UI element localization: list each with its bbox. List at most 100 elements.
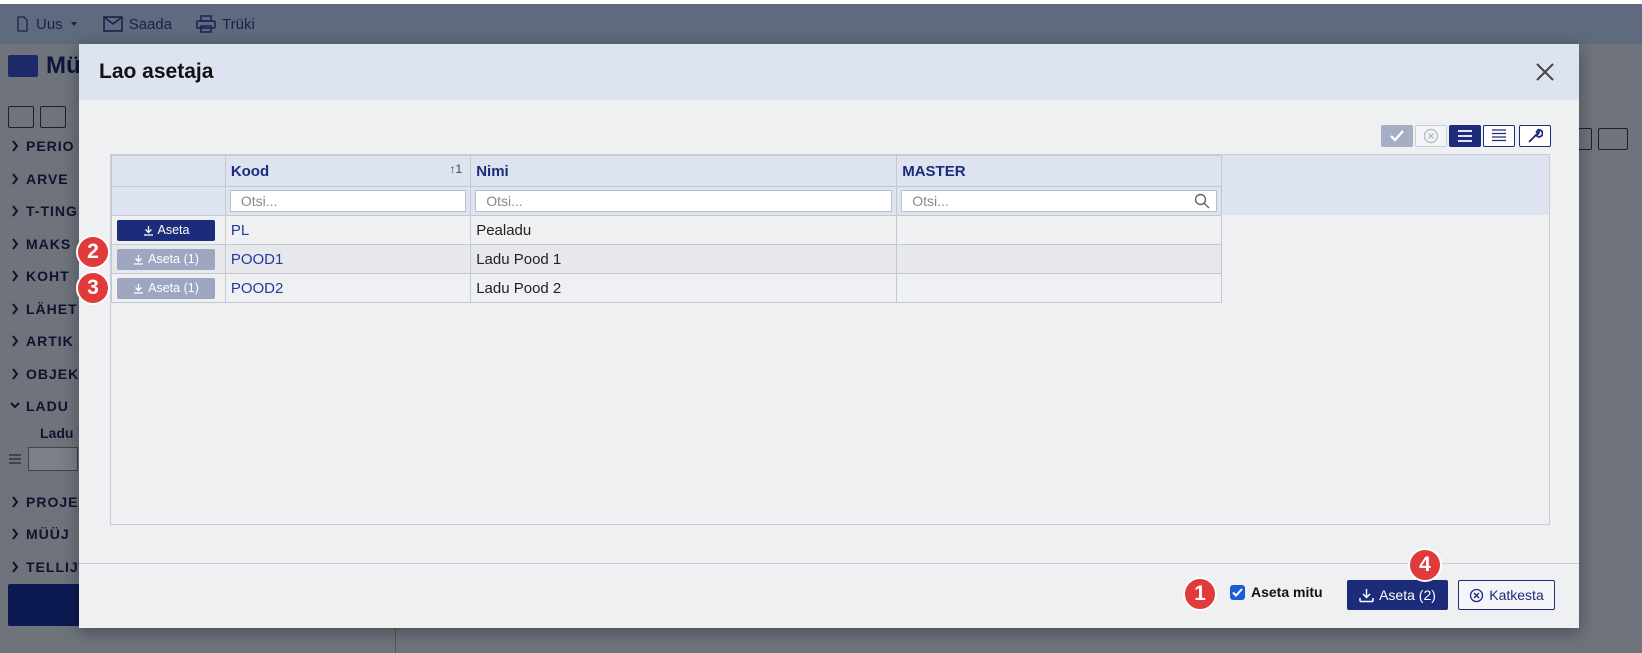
column-header-nimi-label: Nimi: [476, 162, 509, 180]
row-action-cell: Aseta (1): [111, 273, 226, 303]
nimi-search-placeholder: Otsi...: [486, 193, 523, 209]
sidebar-section-ladu[interactable]: LADU: [0, 390, 82, 423]
filter-cell-nimi: Otsi...: [470, 186, 898, 216]
insert-selected-button[interactable]: Aseta (2): [1347, 580, 1448, 610]
row-action-cell: Aseta (1): [111, 244, 226, 274]
kood-link[interactable]: PL: [231, 222, 249, 239]
print-button[interactable]: Trüki: [196, 15, 255, 33]
kood-link[interactable]: POOD2: [231, 280, 284, 297]
diamond-icon[interactable]: [8, 106, 34, 128]
sidebar-section-label: T-TING: [26, 203, 78, 220]
sidebar-section-proje[interactable]: PROJE: [0, 486, 82, 519]
cancel-label: Katkesta: [1489, 587, 1544, 603]
warehouse-table: Kood ↑1 Nimi MASTER Otsi... Otsi... Otsi…: [111, 155, 1222, 303]
send-label: Saada: [128, 15, 173, 33]
step-badge-2: 2: [76, 235, 110, 269]
step-badge-4: 4: [1408, 548, 1442, 582]
kood-cell: POOD2: [224, 273, 472, 303]
kood-cell: POOD1: [224, 244, 472, 274]
chevron-right-icon: [12, 140, 19, 152]
sidebar-section-arve[interactable]: ARVE: [0, 163, 82, 196]
expanded-view-button[interactable]: [1483, 125, 1515, 147]
step-badge-1: 1: [1183, 577, 1217, 611]
dialog-title: Lao asetaja: [99, 60, 214, 83]
wrench-icon[interactable]: [1598, 128, 1628, 150]
column-header-master[interactable]: MASTER: [896, 155, 1222, 187]
sidebar-section-label: MAKS: [26, 235, 72, 252]
master-search-input[interactable]: Otsi...: [901, 190, 1217, 212]
kood-search-placeholder: Otsi...: [240, 193, 278, 209]
sidebar-section-artik[interactable]: ARTIK: [0, 325, 82, 358]
master-cell: [896, 244, 1222, 274]
sidebar-section-label: ARVE: [26, 170, 69, 187]
sort-indicator: ↑1: [449, 162, 463, 176]
column-header-nimi[interactable]: Nimi: [470, 155, 898, 187]
download-icon: [1359, 588, 1374, 602]
download-icon: [134, 283, 144, 294]
sidebar-section-label: MÜÜJ: [26, 526, 70, 543]
insert-row-button[interactable]: Aseta (1): [117, 277, 215, 299]
table-row[interactable]: Aseta PL Pealadu: [111, 215, 1222, 245]
clear-icon[interactable]: [40, 106, 66, 128]
ladu-field-label: Ladu: [40, 425, 74, 441]
clear-selection-button[interactable]: [1415, 125, 1447, 147]
checkbox-checked-icon[interactable]: [1230, 584, 1245, 600]
nimi-search-input[interactable]: Otsi...: [475, 190, 893, 212]
new-document-icon: [17, 16, 28, 32]
sidebar-section-lähet[interactable]: LÄHET: [0, 293, 82, 326]
insert-row-button[interactable]: Aseta (1): [117, 248, 215, 270]
sidebar: PERIO ARVE T-TING MAKS KOHT LÄHET ARTIK OBJEK LA…: [0, 130, 82, 583]
multi-insert-checkbox[interactable]: Aseta mitu: [1230, 584, 1323, 600]
insert-row-label: Aseta: [157, 223, 190, 237]
sidebar-section-label: ARTIK: [26, 333, 74, 350]
grid-toolbar: [1381, 125, 1551, 147]
panel-toggle-icon[interactable]: [8, 55, 38, 77]
sidebar-section-koht[interactable]: KOHT: [0, 260, 82, 293]
insert-row-button[interactable]: Aseta: [117, 219, 215, 241]
sidebar-section-perio[interactable]: PERIO: [0, 130, 82, 163]
sidebar-section-objek[interactable]: OBJEK: [0, 358, 82, 391]
ladu-input[interactable]: [28, 447, 78, 471]
sidebar-section-label: OBJEK: [26, 365, 80, 382]
grid-settings-button[interactable]: [1519, 125, 1551, 147]
kood-link[interactable]: POOD1: [231, 251, 284, 268]
close-button[interactable]: [1531, 58, 1559, 86]
confirm-selection-button[interactable]: [1381, 125, 1413, 147]
sidebar-section-tellij[interactable]: TELLIJ: [0, 551, 82, 584]
send-button[interactable]: Saada: [102, 15, 173, 33]
table-row[interactable]: Aseta (1) POOD2 Ladu Pood 2: [111, 273, 1222, 303]
row-action-cell: Aseta: [111, 215, 226, 245]
multi-insert-label: Aseta mitu: [1251, 584, 1323, 600]
dialog-footer: Aseta mitu Aseta (2) Katkesta: [79, 564, 1579, 628]
sidebar-section-label: PERIO: [26, 138, 75, 155]
warehouse-picker-dialog: Lao asetaja Kood ↑1 Nimi MASTER Otsi... …: [79, 44, 1579, 628]
bg-primary-button[interactable]: [8, 584, 82, 626]
compact-view-button[interactable]: [1449, 125, 1481, 147]
download-icon: [143, 225, 153, 236]
insert-selected-label: Aseta (2): [1379, 587, 1436, 603]
circle-x-icon: [1470, 588, 1484, 602]
chevron-right-icon: [12, 496, 19, 508]
sidebar-section-müüj[interactable]: MÜÜJ: [0, 518, 82, 551]
kood-search-input[interactable]: Otsi...: [229, 190, 467, 212]
new-button[interactable]: Uus: [14, 16, 79, 33]
circle-x-icon: [1423, 128, 1439, 144]
bg-mini-buttons: [8, 106, 66, 128]
sidebar-section-t-ting[interactable]: T-TING: [0, 195, 82, 228]
insert-row-label: Aseta (1): [148, 281, 199, 295]
nimi-cell: Pealadu: [470, 215, 898, 245]
cancel-button[interactable]: Katkesta: [1458, 580, 1555, 610]
action-column-header: [111, 155, 226, 187]
sidebar-section-label: TELLIJ: [26, 558, 79, 575]
wrench-icon: [1528, 128, 1543, 143]
master-cell: [896, 215, 1222, 245]
table-row[interactable]: Aseta (1) POOD1 Ladu Pood 1: [111, 244, 1222, 274]
sidebar-section-maks[interactable]: MAKS: [0, 228, 82, 261]
chevron-down-icon: [10, 402, 20, 409]
warehouse-grid: Kood ↑1 Nimi MASTER Otsi... Otsi... Otsi…: [110, 154, 1550, 525]
page-title-text: Mü: [46, 52, 81, 79]
column-header-kood[interactable]: Kood ↑1: [224, 155, 472, 187]
envelope-icon: [102, 16, 123, 32]
filter-cell-master: Otsi...: [896, 186, 1222, 216]
column-header-master-label: MASTER: [902, 162, 966, 180]
